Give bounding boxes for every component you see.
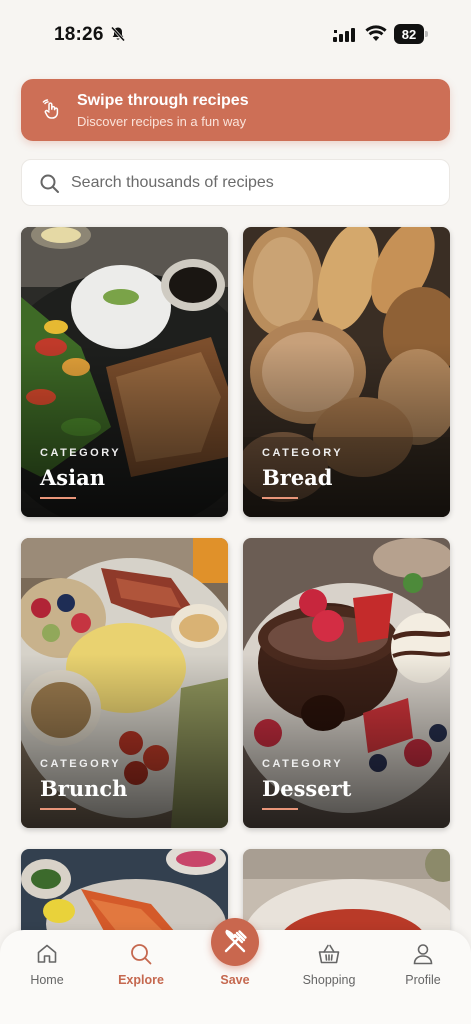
search-bar[interactable] — [21, 159, 450, 206]
status-time: 18:26 — [54, 24, 104, 45]
category-name: Asian — [40, 465, 105, 490]
nav-explore-label: Explore — [118, 973, 164, 987]
bell-slash-icon — [110, 26, 126, 42]
nav-explore[interactable]: Explore — [101, 930, 181, 1010]
nav-home[interactable]: Home — [7, 930, 87, 1010]
nav-profile-label: Profile — [405, 973, 441, 987]
fork-knife-icon — [224, 929, 247, 953]
search-input[interactable] — [71, 168, 431, 198]
category-card-brunch[interactable]: CATEGORY Brunch — [21, 538, 228, 828]
category-label: CATEGORY — [40, 758, 122, 770]
battery-icon: 82 — [394, 24, 428, 44]
save-button[interactable] — [211, 918, 259, 966]
category-name: Bread — [262, 465, 333, 490]
category-card-bread[interactable]: CATEGORY Bread — [243, 227, 450, 517]
battery-level: 82 — [394, 24, 424, 44]
swipe-recipes-banner[interactable]: Swipe through recipes Discover recipes i… — [21, 79, 450, 141]
nav-home-label: Home — [30, 973, 64, 987]
search-icon — [40, 174, 59, 193]
category-card-asian[interactable]: CATEGORY Asian — [21, 227, 228, 517]
home-icon — [37, 944, 57, 963]
category-label: CATEGORY — [40, 447, 122, 459]
nav-profile[interactable]: Profile — [383, 930, 463, 1010]
status-bar: 18:26 82 — [0, 0, 471, 70]
search-icon — [131, 944, 152, 965]
category-name: Brunch — [40, 776, 128, 801]
nav-shopping-label: Shopping — [302, 973, 356, 987]
accent-underline — [262, 497, 298, 499]
category-label: CATEGORY — [262, 758, 344, 770]
accent-underline — [40, 808, 76, 810]
basket-icon — [318, 944, 340, 964]
banner-subtitle: Discover recipes in a fun way — [77, 114, 247, 129]
category-card-dessert[interactable]: CATEGORY Dessert — [243, 538, 450, 828]
user-icon — [413, 944, 433, 965]
banner-title: Swipe through recipes — [77, 92, 249, 109]
nav-shopping[interactable]: Shopping — [289, 930, 369, 1010]
swipe-hand-icon — [42, 99, 59, 119]
nav-save-label: Save — [220, 973, 250, 987]
category-name: Dessert — [262, 776, 352, 801]
accent-underline — [262, 808, 298, 810]
accent-underline — [40, 497, 76, 499]
category-label: CATEGORY — [262, 447, 344, 459]
signal-icon — [333, 28, 355, 42]
wifi-icon — [365, 25, 387, 41]
